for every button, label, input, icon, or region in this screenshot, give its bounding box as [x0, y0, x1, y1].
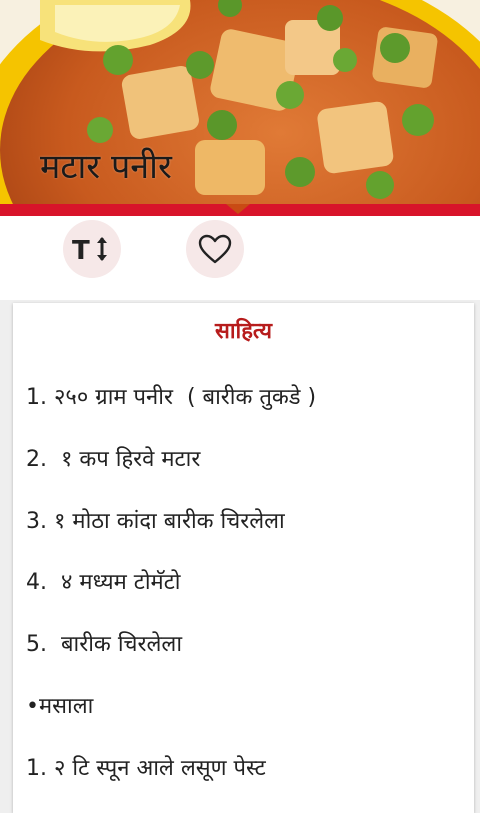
section-label-masala: •मसाला	[26, 694, 94, 719]
divider-notch	[226, 204, 250, 214]
recipe-title: मटार पनीर	[40, 147, 172, 187]
text-size-icon: T	[72, 236, 107, 264]
text-size-button[interactable]: T	[63, 220, 121, 278]
favorite-button[interactable]	[186, 220, 244, 278]
ingredient-line: 4. ४ मध्यम टोमॅटो	[26, 570, 181, 595]
ingredient-line: 3. १ मोठा कांदा बारीक चिरलेला	[26, 509, 285, 534]
heart-outline-icon	[198, 234, 232, 264]
ingredient-line: 2. १ कप हिरवे मटार	[26, 447, 201, 472]
svg-text:T: T	[72, 236, 90, 264]
hero-image: मटार पनीर	[0, 0, 480, 205]
ingredient-line: 1. २५० ग्राम पनीर ( बारीक तुकडे )	[26, 385, 317, 410]
ingredients-heading: साहित्य	[214, 319, 273, 344]
ingredient-line: 5. बारीक चिरलेला	[26, 632, 183, 657]
ingredients-card	[13, 303, 474, 813]
ingredient-line: 1. २ टि स्पून आले लसूण पेस्ट	[26, 756, 266, 781]
